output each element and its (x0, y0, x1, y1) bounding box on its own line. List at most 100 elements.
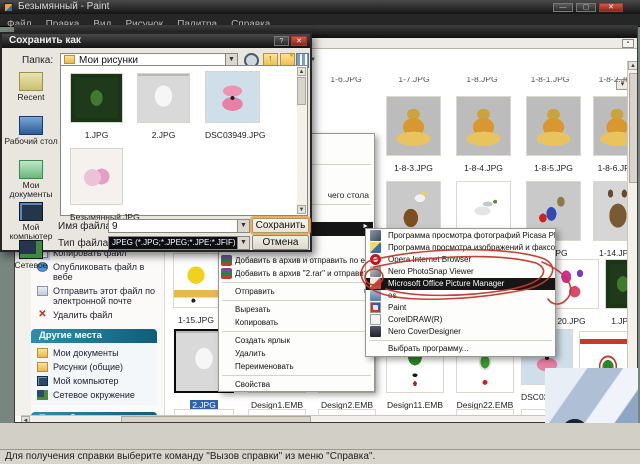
horizontal-scrollbar[interactable]: ◄ ► (21, 415, 627, 422)
dialog-close-button[interactable]: ✕ (291, 36, 307, 46)
close-button[interactable]: ✕ (599, 3, 623, 12)
folder-icon (37, 348, 48, 358)
clipped-file-label: 1-6.JPG (321, 77, 371, 85)
scroll-left-arrow[interactable]: ◄ (21, 416, 30, 422)
sidebar-place-3[interactable]: Мой компьютер (4, 202, 58, 241)
menu-item-label: Добавить в архив "2.rar" и отправить по … (235, 269, 374, 278)
open-with-item[interactable]: es (366, 290, 555, 302)
thumbnail-image (526, 96, 581, 156)
save-button[interactable]: Сохранить (252, 218, 309, 233)
menu-item-label: Nero PhotoSnap Viewer (388, 267, 474, 276)
menu-item-label: Выбрать программу... (388, 344, 469, 353)
task-item-label: Отправить этот файл по электронной почте (53, 286, 156, 306)
minimize-button[interactable]: — (553, 3, 573, 12)
sidebar-place-1[interactable]: Рабочий стол (4, 116, 58, 146)
recent-folder-icon (19, 72, 43, 91)
open-with-item[interactable]: Opera Internet Browser (366, 254, 555, 266)
screen: Безымянный - Paint — ▢ ✕ ФайлПравкаВидРи… (0, 0, 640, 464)
scrollbar-thumb[interactable] (121, 416, 311, 422)
open-with-item[interactable]: Выбрать программу... (366, 343, 555, 355)
menu-item-label: CorelDRAW(R) (388, 315, 443, 324)
open-with-item[interactable]: CorelDRAW(R) (366, 314, 555, 326)
open-with-submenu: Программа просмотра фотографий Picasa Ph… (365, 228, 556, 357)
file-thumbnail[interactable]: DSC03949.JPG (205, 71, 265, 140)
filetype-combobox[interactable]: JPEG (*.JPG;*.JPEG;*.JPE;*.JFIF) ▼ (108, 236, 250, 250)
sidebar-place-0[interactable]: Recent (4, 72, 58, 102)
thumbnail-image (137, 73, 190, 123)
open-with-item[interactable]: Nero PhotoSnap Viewer (366, 266, 555, 278)
chevron-down-icon[interactable]: ▼ (310, 57, 316, 63)
scroll-up-arrow[interactable]: ▲ (628, 61, 637, 70)
place-item[interactable]: Сетевое окружение (31, 388, 157, 402)
filetype-label: Тип файла: (58, 238, 111, 249)
explorer-toolbar-button[interactable]: ▪ (622, 39, 634, 48)
chevron-down-icon[interactable]: ▼ (237, 237, 249, 249)
clipped-file-label: 1-7.JPG (389, 77, 439, 85)
context-menu-item[interactable]: Свойства (219, 378, 374, 391)
computer-icon (19, 202, 43, 221)
picasa-icon (370, 230, 381, 241)
file-thumbnail[interactable]: 2.JPG (137, 73, 190, 140)
folder-icon (64, 55, 75, 64)
context-menu-item[interactable]: Добавить в архив и отправить по e-mail..… (219, 254, 374, 267)
file-thumbnail[interactable]: 1.JPG (70, 73, 123, 140)
place-item[interactable]: Рисунки (общие) (31, 360, 157, 374)
context-menu-item[interactable]: Создать ярлык (219, 334, 374, 347)
clipped-file-label-text: 1-7.JPG (398, 77, 430, 84)
context-menu-item[interactable]: Удалить (219, 347, 374, 360)
open-with-item[interactable]: Paint (366, 302, 555, 314)
file-thumbnail[interactable]: 1-8-3.JPG (386, 96, 441, 173)
file-thumbnail[interactable]: 1-8-5.JPG (526, 96, 581, 173)
place-item[interactable]: Мой компьютер (31, 374, 157, 388)
chevron-down-icon[interactable]: ▼ (237, 220, 249, 232)
scrollbar-thumb[interactable] (629, 73, 637, 183)
clipped-file-label-text: 1-8.JPG (466, 77, 498, 84)
open-with-item[interactable]: Программа просмотра изображений и факсов (366, 242, 555, 254)
place-item[interactable]: Мои документы (31, 346, 157, 360)
file-thumbnail[interactable]: Безымянный.JPG (70, 148, 140, 222)
other-places-header[interactable]: Другие места (31, 329, 157, 343)
clipped-file-label: 1-8-1.JPG (525, 77, 575, 85)
dialog-help-button[interactable]: ? (274, 36, 289, 46)
sidebar-place-4[interactable]: Сетевое (4, 240, 58, 270)
scroll-down-arrow[interactable]: ▼ (297, 205, 306, 214)
status-bar: Для получения справки выберите команду "… (0, 449, 640, 464)
maximize-button[interactable]: ▢ (576, 3, 596, 12)
context-menu-item[interactable]: Копировать (219, 316, 374, 329)
cancel-button[interactable]: Отмена (252, 235, 309, 250)
network-icon (37, 390, 48, 400)
delete-icon: ✕ (38, 309, 47, 320)
open-with-item[interactable]: Nero CoverDesigner (366, 326, 555, 338)
place-label: Рабочий стол (4, 136, 58, 146)
vertical-scrollbar[interactable]: ▲ ▼ (627, 61, 637, 415)
file-thumbnail[interactable]: 1-15.JPG (173, 253, 219, 325)
open-with-item[interactable]: Microsoft Office Picture Manager (366, 278, 555, 290)
menu-item-label: Удалить (235, 349, 266, 358)
clipped-file-label: 1-8.JPG (457, 77, 507, 85)
file-list-scrollbar[interactable]: ▲ ▼ (297, 67, 307, 214)
dialog-title-bar: Сохранить как (2, 34, 310, 48)
paint-title-bar: Безымянный - Paint (0, 0, 640, 14)
context-menu-item[interactable]: Переименовать (219, 360, 374, 373)
clipped-file-label-text: 1-8-1.JPG (530, 77, 570, 84)
task-item[interactable]: ✕ Удалить файл (31, 308, 164, 322)
sidebar-place-2[interactable]: Мои документы (4, 160, 58, 199)
context-menu-item[interactable]: Добавить в архив "2.rar" и отправить по … (219, 267, 374, 280)
context-menu-item[interactable]: Вырезать (219, 303, 374, 316)
context-menu-item[interactable]: Отправить► (219, 285, 374, 298)
covered-menu-item-fragment: чего стола (327, 190, 369, 200)
file-thumbnail[interactable]: 1-8-4.JPG (456, 96, 511, 173)
place-item-label: Мой компьютер (53, 376, 119, 386)
menu-item-label: Microsoft Office Picture Manager (388, 279, 505, 288)
menu-item-label: Создать ярлык (235, 336, 291, 345)
menu-item-label: Копировать (235, 318, 279, 327)
task-item[interactable]: Отправить этот файл по электронной почте (31, 284, 164, 308)
office-picture-manager-icon (370, 278, 381, 289)
open-with-item[interactable]: Программа просмотра фотографий Picasa Ph… (366, 230, 555, 242)
filename-input[interactable]: 9 ▼ (108, 219, 250, 233)
scrollbar-thumb[interactable] (297, 77, 306, 105)
email-icon (37, 286, 48, 296)
network-icon (19, 240, 43, 259)
thumbnail-image (205, 71, 260, 123)
scroll-up-arrow[interactable]: ▲ (297, 67, 306, 76)
